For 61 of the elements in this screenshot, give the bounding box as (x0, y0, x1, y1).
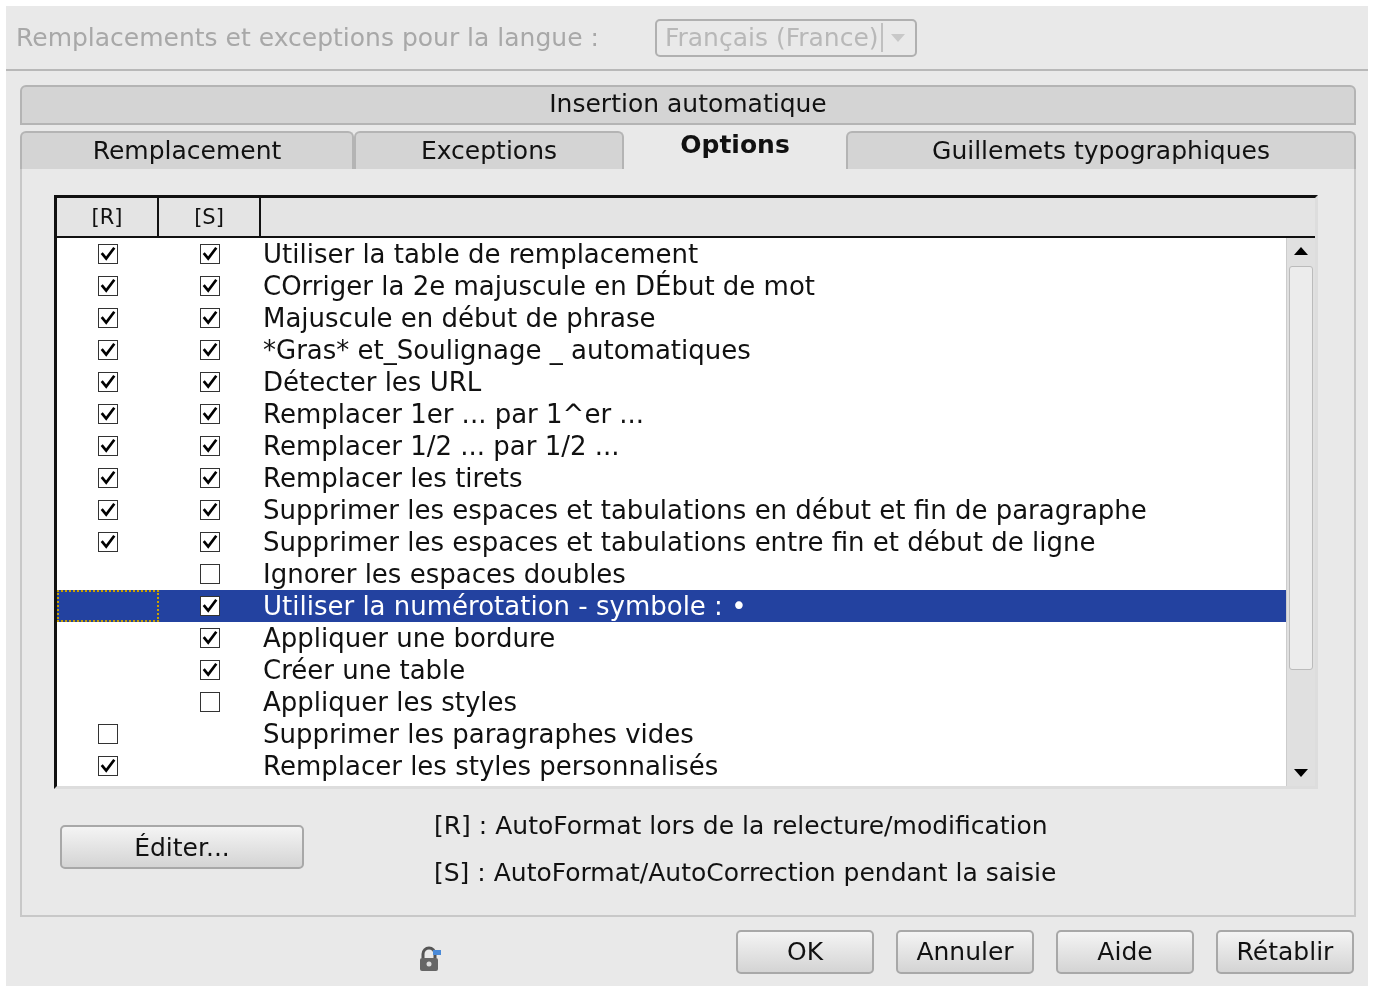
scrollbar[interactable] (1286, 238, 1315, 787)
tab[interactable]: Guillemets typographiques (846, 131, 1356, 170)
checkbox[interactable] (98, 308, 118, 329)
legend-text: [R] : AutoFormat lors de la relecture/modification (434, 811, 1049, 841)
scroll-thumb[interactable] (1289, 266, 1313, 671)
checkbox[interactable] (98, 276, 118, 297)
option-label: *Gras* et_Soulignage _ automatiques (262, 335, 751, 366)
checkbox[interactable] (200, 340, 220, 361)
option-label: Remplacer les styles personnalisés (262, 751, 719, 782)
checkbox[interactable] (200, 276, 220, 297)
option-label: Supprimer les espaces et tabulations entre fin et début de ligne (262, 527, 1096, 558)
checkbox[interactable] (200, 308, 220, 329)
dialog-button[interactable]: Annuler (896, 929, 1034, 974)
checkbox[interactable] (98, 372, 118, 393)
checkbox[interactable] (200, 532, 220, 553)
checkbox[interactable] (200, 404, 220, 425)
option-label: Appliquer une bordure (262, 623, 556, 654)
option-label: Supprimer les espaces et tabulations en début et fin de paragraphe (262, 495, 1147, 526)
checkbox[interactable] (200, 596, 220, 617)
option-label: Majuscule en début de phrase (262, 303, 656, 334)
legend-text: [S] : AutoFormat/AutoCorrection pendant la saisie (434, 858, 1057, 888)
checkbox[interactable] (98, 404, 118, 425)
checkbox[interactable] (200, 692, 220, 713)
checkbox[interactable] (98, 244, 118, 265)
option-label: Créer une table (262, 655, 466, 686)
dialog-button[interactable]: Aide (1056, 929, 1194, 974)
option-label: Remplacer 1er ... par 1^er ... (262, 399, 645, 430)
checkbox[interactable] (98, 436, 118, 457)
language-label: Remplacements et exceptions pour la langue : (16, 23, 599, 52)
option-label: Remplacer 1/2 ... par 1/2 ... (262, 431, 620, 462)
checkbox[interactable] (98, 532, 118, 553)
option-label: Remplacer les tirets (262, 463, 523, 494)
dialog-button[interactable]: OK (736, 929, 874, 974)
option-label: Détecter les URL (262, 367, 482, 398)
tab[interactable]: Remplacement (20, 131, 354, 170)
checkbox[interactable] (200, 436, 220, 457)
selected-row[interactable]: Utiliser la numérotation - symbole : • (57, 590, 1286, 623)
checkbox[interactable] (98, 340, 118, 361)
checkbox[interactable] (98, 468, 118, 489)
checkbox[interactable] (200, 660, 220, 681)
checkbox[interactable] (98, 500, 118, 521)
option-label: Appliquer les styles (262, 687, 518, 718)
checkbox[interactable] (200, 372, 220, 393)
edit-button[interactable]: Éditer... (60, 825, 304, 870)
dialog-button[interactable]: Rétablir (1216, 929, 1354, 974)
checkbox[interactable] (200, 628, 220, 649)
checkbox[interactable] (200, 244, 220, 265)
option-label: Ignorer les espaces doubles (262, 559, 626, 590)
tab-group-header[interactable]: Insertion automatique (20, 85, 1356, 126)
tab[interactable]: Exceptions (354, 131, 624, 170)
checkbox[interactable] (98, 724, 118, 745)
checkbox[interactable] (98, 756, 118, 777)
column-header[interactable]: [S] (159, 198, 261, 237)
column-header[interactable]: [R] (57, 198, 159, 237)
checkbox[interactable] (200, 564, 220, 585)
option-label: Supprimer les paragraphes vides (262, 719, 694, 750)
option-label: COrriger la 2e majuscule en DÉbut de mot (262, 271, 816, 302)
checkbox[interactable] (200, 500, 220, 521)
option-label: Utiliser la numérotation - symbole : • (262, 591, 747, 622)
option-label: Utiliser la table de remplacement (262, 239, 699, 270)
checkbox[interactable] (200, 468, 220, 489)
